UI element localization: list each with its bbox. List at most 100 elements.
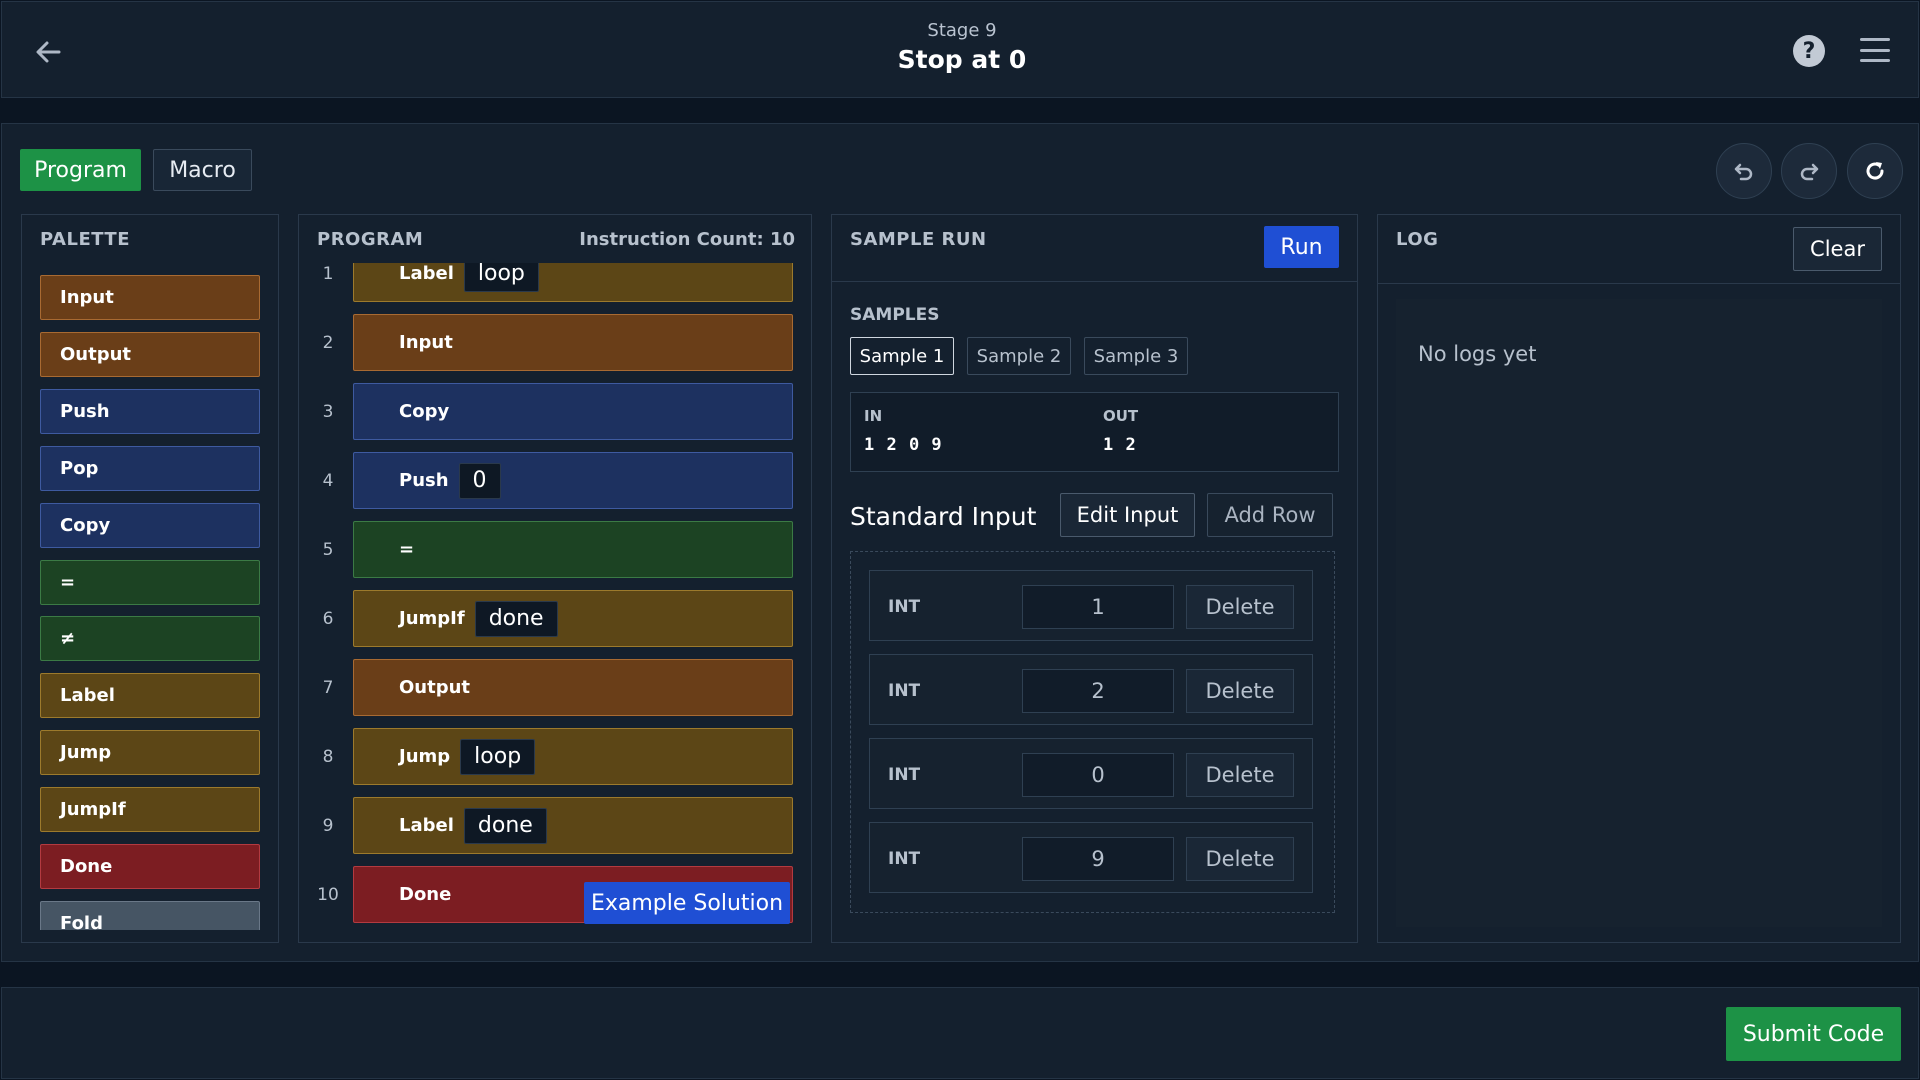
- palette-item[interactable]: Push: [40, 389, 260, 434]
- palette-item[interactable]: Done: [40, 844, 260, 889]
- example-solution-button[interactable]: Example Solution: [584, 882, 790, 924]
- instruction-name: JumpIf: [399, 608, 465, 629]
- instruction-name: =: [399, 539, 415, 560]
- line-number: 2: [322, 332, 334, 353]
- instruction-name: Label: [399, 815, 454, 836]
- program-line: 7 Output: [299, 659, 811, 716]
- delete-row-button[interactable]: Delete: [1186, 837, 1294, 881]
- palette-item-label: Input: [60, 287, 114, 308]
- palette-item[interactable]: Jump: [40, 730, 260, 775]
- divider: [832, 281, 1357, 282]
- sample-tab-1[interactable]: Sample 1: [850, 337, 954, 375]
- undo-icon: [1734, 163, 1753, 181]
- input-value[interactable]: 2: [1022, 669, 1174, 713]
- log-output: No logs yet: [1396, 299, 1882, 927]
- instruction-block[interactable]: =: [353, 521, 793, 578]
- input-value[interactable]: 0: [1022, 753, 1174, 797]
- out-label: OUT: [1103, 407, 1139, 425]
- palette-item-label: Output: [60, 344, 132, 365]
- divider: [1378, 283, 1900, 284]
- palette-item-label: Pop: [60, 458, 99, 479]
- palette-list[interactable]: Input Output Push Pop Copy = ≠ Label Jump JumpIf D…: [40, 275, 260, 930]
- reset-button[interactable]: [1847, 143, 1903, 199]
- instruction-block[interactable]: Copy: [353, 383, 793, 440]
- instruction-name: Output: [399, 677, 471, 698]
- line-number: 9: [322, 815, 334, 836]
- add-row-button[interactable]: Add Row: [1207, 493, 1333, 537]
- menu-button[interactable]: [1860, 38, 1890, 62]
- palette-item-label: Push: [60, 401, 110, 422]
- instruction-block[interactable]: JumpIf done: [353, 590, 793, 647]
- run-button[interactable]: Run: [1264, 226, 1339, 268]
- clear-log-button[interactable]: Clear: [1793, 227, 1882, 271]
- program-line: 2 Input: [299, 314, 811, 371]
- program-panel: PROGRAM Instruction Count: 10 1 Label loop…: [298, 214, 812, 943]
- input-value[interactable]: 9: [1022, 837, 1174, 881]
- reset-icon: [1866, 162, 1884, 180]
- tab-macro[interactable]: Macro: [153, 149, 252, 191]
- instruction-name: Input: [399, 332, 453, 353]
- instruction-argument[interactable]: 0: [458, 462, 501, 499]
- help-icon: ?: [1802, 38, 1816, 64]
- palette-item-label: Copy: [60, 515, 111, 536]
- program-line: 5 =: [299, 521, 811, 578]
- palette-item[interactable]: =: [40, 560, 260, 605]
- instruction-argument[interactable]: done: [474, 600, 558, 637]
- line-number: 3: [322, 401, 334, 422]
- line-number: 8: [322, 746, 334, 767]
- log-panel: LOG Clear No logs yet: [1377, 214, 1901, 943]
- edit-input-button[interactable]: Edit Input: [1060, 493, 1195, 537]
- instruction-count: Instruction Count: 10: [579, 229, 795, 250]
- sample-tab-2[interactable]: Sample 2: [967, 337, 1071, 375]
- menu-icon-line: [1860, 48, 1890, 52]
- program-line: 4 Push 0: [299, 452, 811, 509]
- sample-tab-3[interactable]: Sample 3: [1084, 337, 1188, 375]
- submit-code-button[interactable]: Submit Code: [1726, 1007, 1901, 1061]
- delete-row-button[interactable]: Delete: [1186, 753, 1294, 797]
- palette-item[interactable]: JumpIf: [40, 787, 260, 832]
- palette-item-label: Label: [60, 685, 115, 706]
- back-button[interactable]: [30, 34, 66, 70]
- log-empty-message: No logs yet: [1418, 342, 1537, 366]
- instruction-block[interactable]: Label loop: [353, 263, 793, 302]
- standard-input-rows: INT 1 Delete INT 2 Delete INT 0 Delete INT 9 Delete: [850, 551, 1335, 913]
- delete-row-button[interactable]: Delete: [1186, 585, 1294, 629]
- redo-button[interactable]: [1781, 143, 1837, 199]
- palette-item[interactable]: Input: [40, 275, 260, 320]
- input-row: INT 9 Delete: [869, 822, 1313, 893]
- stage-heading: Stage 9 Stop at 0: [762, 20, 1162, 74]
- program-title: PROGRAM: [317, 229, 424, 250]
- input-value[interactable]: 1: [1022, 585, 1174, 629]
- instruction-argument[interactable]: loop: [460, 738, 536, 775]
- instruction-argument[interactable]: done: [463, 807, 547, 844]
- instruction-argument[interactable]: loop: [463, 263, 539, 292]
- instruction-block[interactable]: Label done: [353, 797, 793, 854]
- instruction-block[interactable]: Output: [353, 659, 793, 716]
- line-number: 4: [322, 470, 334, 491]
- palette-item[interactable]: Output: [40, 332, 260, 377]
- palette-item-label: Fold: [60, 913, 103, 930]
- help-button[interactable]: ?: [1793, 35, 1825, 67]
- line-number: 1: [322, 263, 334, 284]
- palette-item[interactable]: Label: [40, 673, 260, 718]
- palette-item[interactable]: Pop: [40, 446, 260, 491]
- palette-item[interactable]: Copy: [40, 503, 260, 548]
- palette-item[interactable]: Fold: [40, 901, 260, 930]
- palette-item-label: Jump: [60, 742, 112, 763]
- instruction-block[interactable]: Input: [353, 314, 793, 371]
- input-type: INT: [888, 680, 921, 701]
- delete-row-button[interactable]: Delete: [1186, 669, 1294, 713]
- undo-button[interactable]: [1716, 143, 1772, 199]
- tab-program[interactable]: Program: [20, 149, 141, 191]
- instruction-block[interactable]: Jump loop: [353, 728, 793, 785]
- palette-item-label: Done: [60, 856, 113, 877]
- instruction-name: Copy: [399, 401, 450, 422]
- program-list[interactable]: 1 Label loop 2 Input 3 Copy 4 Push 0 5 = 6 JumpIf done…: [299, 263, 811, 938]
- samples-label: SAMPLES: [850, 305, 940, 325]
- instruction-block[interactable]: Push 0: [353, 452, 793, 509]
- top-bar: Stage 9 Stop at 0 ?: [1, 1, 1919, 98]
- palette-panel: PALETTE Input Output Push Pop Copy = ≠ Label Jum…: [21, 214, 279, 943]
- standard-input-label: Standard Input: [850, 502, 1037, 531]
- sample-run-panel: SAMPLE RUN Run SAMPLES Sample 1 Sample 2…: [831, 214, 1358, 943]
- palette-item[interactable]: ≠: [40, 616, 260, 661]
